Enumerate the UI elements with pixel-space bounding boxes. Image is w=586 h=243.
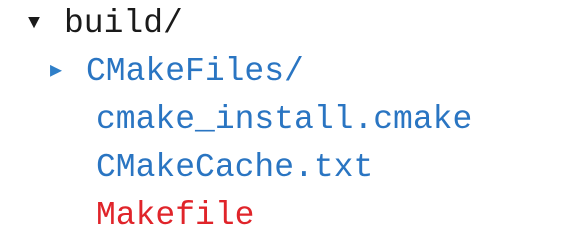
tree-item-label: cmake_install.cmake <box>96 101 473 138</box>
triangle-down-icon[interactable]: ▼ <box>28 0 64 48</box>
tree-item-makefile-file[interactable]: Makefile <box>96 192 254 240</box>
tree-item-label: Makefile <box>96 197 255 234</box>
tree-item-cmakecache-file[interactable]: CMakeCache.txt <box>96 144 373 192</box>
tree-item-label: build/ <box>64 5 183 42</box>
tree-item-build-folder[interactable]: ▼ build/ <box>28 0 183 48</box>
tree-item-cmakefiles-folder[interactable]: ▶ CMakeFiles/ <box>50 48 304 96</box>
tree-item-label: CMakeFiles/ <box>86 53 304 90</box>
triangle-right-icon[interactable]: ▶ <box>50 48 86 96</box>
tree-item-label: CMakeCache.txt <box>96 149 374 186</box>
file-tree: ▼ build/ ▶ CMakeFiles/ cmake_install.cma… <box>0 0 586 243</box>
tree-item-cmake-install-file[interactable]: cmake_install.cmake <box>96 96 472 144</box>
